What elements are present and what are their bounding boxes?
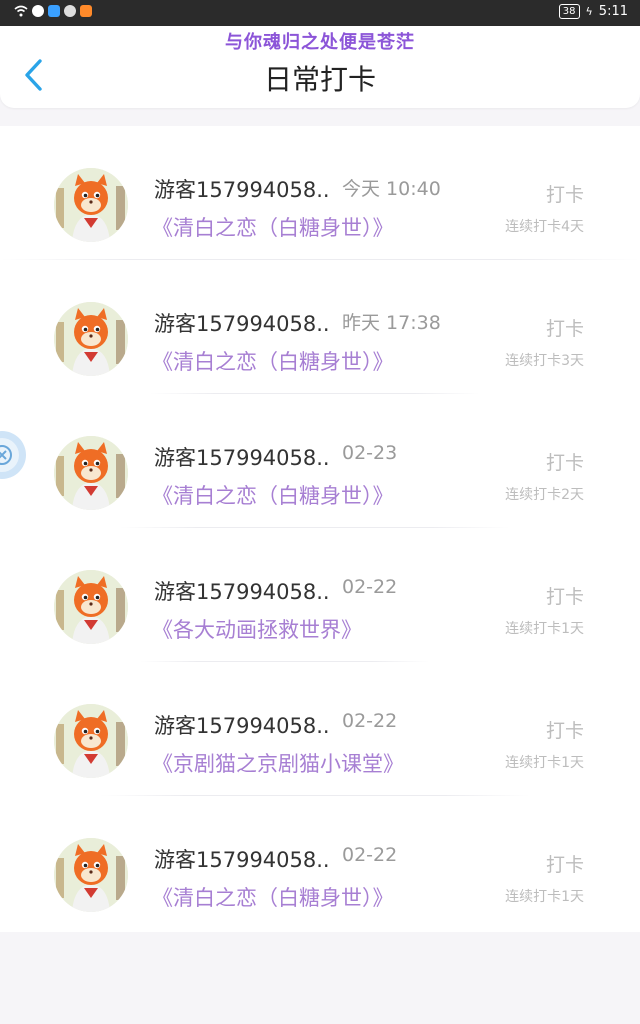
user-name: 游客157994058.. (154, 714, 330, 738)
header: 与你魂归之处便是苍茫 日常打卡 (0, 26, 640, 108)
program-title-link[interactable]: 《清白之恋（白糖身世）》 (152, 212, 394, 242)
checkin-record[interactable]: 游客157994058.. 02-23 《清白之恋（白糖身世）》 打卡连续打卡2天 (0, 394, 640, 528)
cartoon-cat-avatar-icon[interactable] (54, 436, 128, 510)
checkin-record[interactable]: 游客157994058.. 02-22 《京剧猫之京剧猫小课堂》 打卡连续打卡1天 (0, 662, 640, 796)
streak-label: 连续打卡1天 (505, 621, 584, 637)
wifi-icon (14, 5, 28, 17)
checkin-record[interactable]: 游客157994058.. 昨天 17:38 《清白之恋（白糖身世）》 打卡连续打卡3… (0, 260, 640, 394)
checkin-list: 游客157994058.. 今天 10:40 《清白之恋（白糖身世）》 打卡 连续打卡4… (0, 126, 640, 932)
program-title-link[interactable]: 《各大动画拯救世界》 (152, 614, 362, 644)
program-title-link[interactable]: 《清白之恋（白糖身世）》 (152, 346, 394, 376)
cartoon-cat-avatar-icon[interactable] (54, 704, 128, 778)
program-title-link[interactable]: 《京剧猫之京剧猫小课堂》 (152, 748, 404, 778)
user-name: 游客157994058.. (154, 848, 330, 872)
status-bar: 38 ϟ 5:11 (0, 0, 640, 26)
user-name: 游客157994058.. (154, 178, 330, 202)
play-app-icon (80, 5, 92, 17)
status-icons-right: 38 ϟ 5:11 (558, 4, 628, 19)
close-circle-icon[interactable] (0, 430, 28, 480)
streak-label: 连续打卡3天 (505, 353, 584, 369)
checkin-button[interactable]: 打卡 (546, 850, 584, 877)
checkin-button[interactable]: 打卡 (546, 448, 584, 475)
user-name: 游客157994058.. (154, 446, 330, 470)
record-time: 今天 10:40 (342, 178, 441, 200)
clock: 5:11 (598, 4, 628, 19)
record-time: 02-22 (342, 710, 398, 732)
record-time: 昨天 17:38 (342, 312, 441, 334)
cartoon-cat-avatar-icon[interactable] (54, 570, 128, 644)
banner-text: 与你魂归之处便是苍茫 (225, 32, 415, 53)
checkin-button[interactable]: 打卡 (546, 582, 584, 609)
streak-label: 连续打卡1天 (505, 755, 584, 771)
battery-icon: 38 (558, 4, 580, 19)
streak-label: 连续打卡4天 (505, 219, 584, 235)
cartoon-cat-avatar-icon[interactable] (54, 302, 128, 376)
checkin-record[interactable]: 游客157994058.. 02-22 《各大动画拯救世界》 打卡连续打卡1天 (0, 528, 640, 662)
cartoon-cat-avatar-icon[interactable] (54, 168, 128, 242)
record-time: 02-22 (342, 576, 398, 598)
search-app-icon (48, 5, 60, 17)
program-title-link[interactable]: 《清白之恋（白糖身世）》 (152, 882, 394, 912)
checkin-button[interactable]: 打卡 (546, 314, 584, 341)
checkin-button[interactable]: 打卡 (546, 180, 584, 207)
status-icons-left (14, 5, 92, 17)
streak-label: 连续打卡2天 (505, 487, 584, 503)
user-name: 游客157994058.. (154, 580, 330, 604)
record-time: 02-23 (342, 442, 398, 464)
checkin-record[interactable]: 游客157994058.. 今天 10:40 《清白之恋（白糖身世）》 打卡连续打卡4… (0, 126, 640, 260)
program-title-link[interactable]: 《清白之恋（白糖身世）》 (152, 480, 394, 510)
cartoon-cat-avatar-icon[interactable] (54, 838, 128, 912)
charging-icon: ϟ (585, 5, 593, 18)
checkin-record[interactable]: 游客157994058.. 02-22 《清白之恋（白糖身世）》 打卡连续打卡1天 (0, 796, 640, 930)
streak-label: 连续打卡1天 (505, 889, 584, 905)
browser-app-icon (64, 5, 76, 17)
record-time: 02-22 (342, 844, 398, 866)
checkin-button[interactable]: 打卡 (546, 716, 584, 743)
user-name: 游客157994058.. (154, 312, 330, 336)
k-app-icon (32, 5, 44, 17)
page-title: 日常打卡 (263, 63, 376, 96)
